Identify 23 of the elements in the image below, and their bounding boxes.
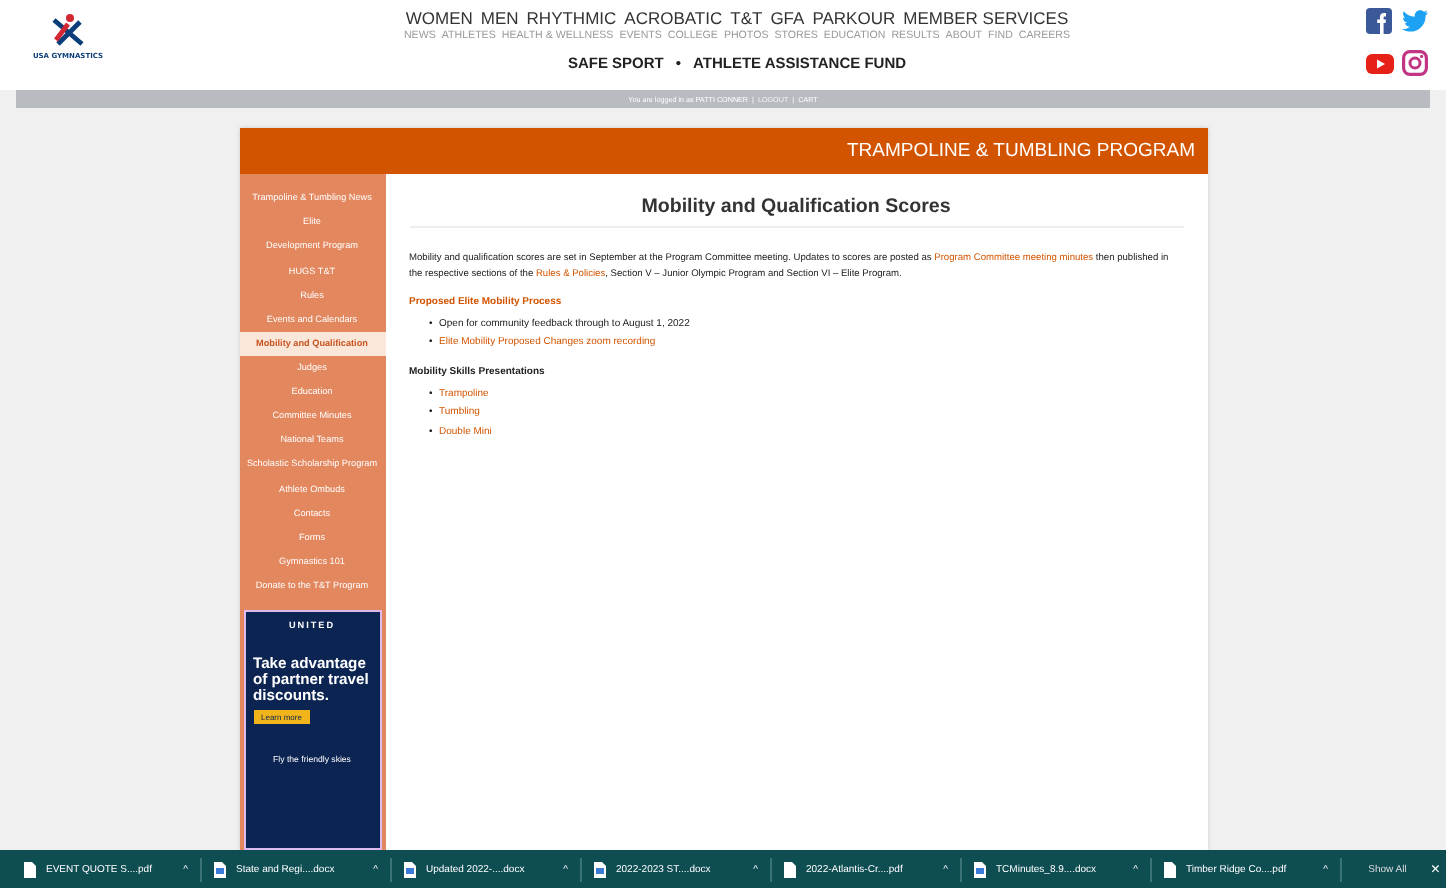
program-title: TRAMPOLINE & TUMBLING PROGRAM <box>846 140 1195 162</box>
youtube-icon[interactable] <box>1366 53 1394 73</box>
nav-link[interactable]: WOMEN <box>405 8 473 28</box>
twitter-icon[interactable] <box>1402 10 1428 32</box>
text-document-icon <box>214 861 226 877</box>
text-document-icon <box>594 861 606 877</box>
nav-link[interactable]: RHYTHMIC <box>526 8 617 28</box>
close-icon[interactable]: × <box>1430 860 1440 878</box>
nav-link[interactable]: MEN <box>480 8 519 28</box>
text-document-icon <box>404 861 416 877</box>
document-icon <box>1164 861 1176 877</box>
text-document-icon <box>974 861 986 877</box>
facebook-icon[interactable] <box>1366 8 1392 34</box>
logo-icon[interactable] <box>48 12 88 48</box>
nav-link[interactable]: GFA <box>770 8 805 28</box>
document-icon <box>24 861 36 877</box>
nav-link[interactable]: ACROBATIC <box>624 8 723 28</box>
nav-link[interactable]: MEMBER SERVICES <box>903 8 1069 28</box>
document-icon <box>784 861 796 877</box>
nav-link[interactable]: T&T <box>730 8 763 28</box>
instagram-icon[interactable] <box>1402 50 1428 76</box>
page-title: Mobility and Qualification Scores <box>409 196 1183 228</box>
nav-link[interactable]: PARKOUR <box>812 8 896 28</box>
